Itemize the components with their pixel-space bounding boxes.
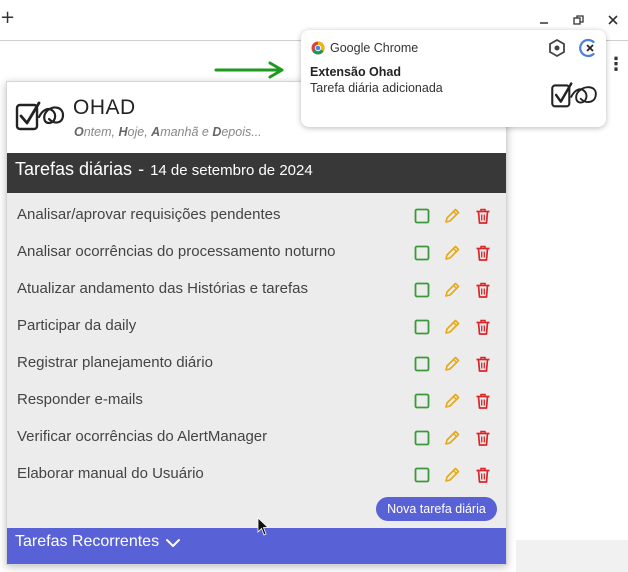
task-row: Verificar ocorrências do AlertManager [7, 419, 506, 456]
task-row: Participar da daily [7, 308, 506, 345]
edit-pencil-icon[interactable] [443, 466, 461, 484]
complete-checkbox-icon[interactable] [413, 392, 431, 410]
complete-checkbox-icon[interactable] [413, 281, 431, 299]
settings-icon[interactable] [547, 38, 567, 58]
new-tab-button[interactable]: + [0, 8, 15, 28]
ohad-logo-icon [15, 101, 65, 131]
app-title: OHAD [73, 96, 136, 119]
task-row: Atualizar andamento das Histórias e tare… [7, 271, 506, 308]
task-label: Atualizar andamento das Histórias e tare… [17, 280, 308, 297]
task-label: Registrar planejamento diário [17, 354, 213, 371]
ohad-logo-icon [551, 82, 597, 108]
complete-checkbox-icon[interactable] [413, 318, 431, 336]
edit-pencil-icon[interactable] [443, 244, 461, 262]
task-label: Analisar/aprovar requisições pendentes [17, 206, 281, 223]
complete-checkbox-icon[interactable] [413, 207, 431, 225]
edit-pencil-icon[interactable] [443, 429, 461, 447]
edit-pencil-icon[interactable] [443, 392, 461, 410]
app-tagline: Ontem, Hoje, Amanhã e Depois... [74, 125, 262, 139]
chrome-notification[interactable]: Google Chrome Extensão Ohad Tarefa diári… [301, 30, 606, 127]
header-separator: - [138, 159, 145, 179]
delete-trash-icon[interactable] [474, 429, 492, 447]
task-label: Analisar ocorrências do processamento no… [17, 243, 336, 260]
task-row: Analisar ocorrências do processamento no… [7, 234, 506, 271]
edit-pencil-icon[interactable] [443, 318, 461, 336]
minimize-icon[interactable] [534, 10, 554, 30]
mouse-cursor-icon [257, 517, 269, 536]
daily-tasks-title: Tarefas diárias [15, 159, 133, 179]
daily-tasks-header: Tarefas diárias - 14 de setembro de 2024 [7, 153, 506, 193]
notification-title: Extensão Ohad [310, 65, 401, 79]
complete-checkbox-icon[interactable] [413, 355, 431, 373]
delete-trash-icon[interactable] [474, 392, 492, 410]
green-arrow-annotation [214, 61, 284, 79]
edit-pencil-icon[interactable] [443, 207, 461, 225]
delete-trash-icon[interactable] [474, 318, 492, 336]
complete-checkbox-icon[interactable] [413, 429, 431, 447]
delete-trash-icon[interactable] [474, 281, 492, 299]
edit-pencil-icon[interactable] [443, 355, 461, 373]
page-side-area [516, 540, 628, 572]
delete-trash-icon[interactable] [474, 207, 492, 225]
new-daily-task-button[interactable]: Nova tarefa diária [376, 497, 497, 521]
chrome-icon [311, 41, 325, 55]
task-label: Verificar ocorrências do AlertManager [17, 428, 268, 445]
edit-pencil-icon[interactable] [443, 281, 461, 299]
restore-icon[interactable] [568, 10, 588, 30]
notification-app-name: Google Chrome [330, 41, 419, 55]
extension-popup: OHAD Ontem, Hoje, Amanhã e Depois... Tar… [6, 81, 507, 565]
task-label: Elaborar manual do Usuário [17, 465, 204, 482]
task-row: Elaborar manual do Usuário [7, 456, 506, 493]
task-label: Responder e-mails [17, 391, 143, 408]
task-row: Responder e-mails [7, 382, 506, 419]
delete-trash-icon[interactable] [474, 466, 492, 484]
task-row: Analisar/aprovar requisições pendentes [7, 197, 506, 234]
delete-trash-icon[interactable] [474, 355, 492, 373]
task-list: Analisar/aprovar requisições pendentes An… [7, 197, 506, 493]
chevron-down-icon [166, 539, 181, 547]
daily-tasks-date: 14 de setembro de 2024 [150, 162, 313, 179]
close-icon[interactable] [603, 10, 623, 30]
notification-message: Tarefa diária adicionada [310, 81, 443, 95]
recurring-tasks-label: Tarefas Recorrentes [15, 533, 160, 550]
task-row: Registrar planejamento diário [7, 345, 506, 382]
complete-checkbox-icon[interactable] [413, 466, 431, 484]
task-label: Participar da daily [17, 317, 137, 334]
complete-checkbox-icon[interactable] [413, 244, 431, 262]
delete-trash-icon[interactable] [474, 244, 492, 262]
browser-menu-icon[interactable]: ⋮ [606, 54, 626, 76]
notification-close-icon[interactable] [579, 38, 599, 58]
